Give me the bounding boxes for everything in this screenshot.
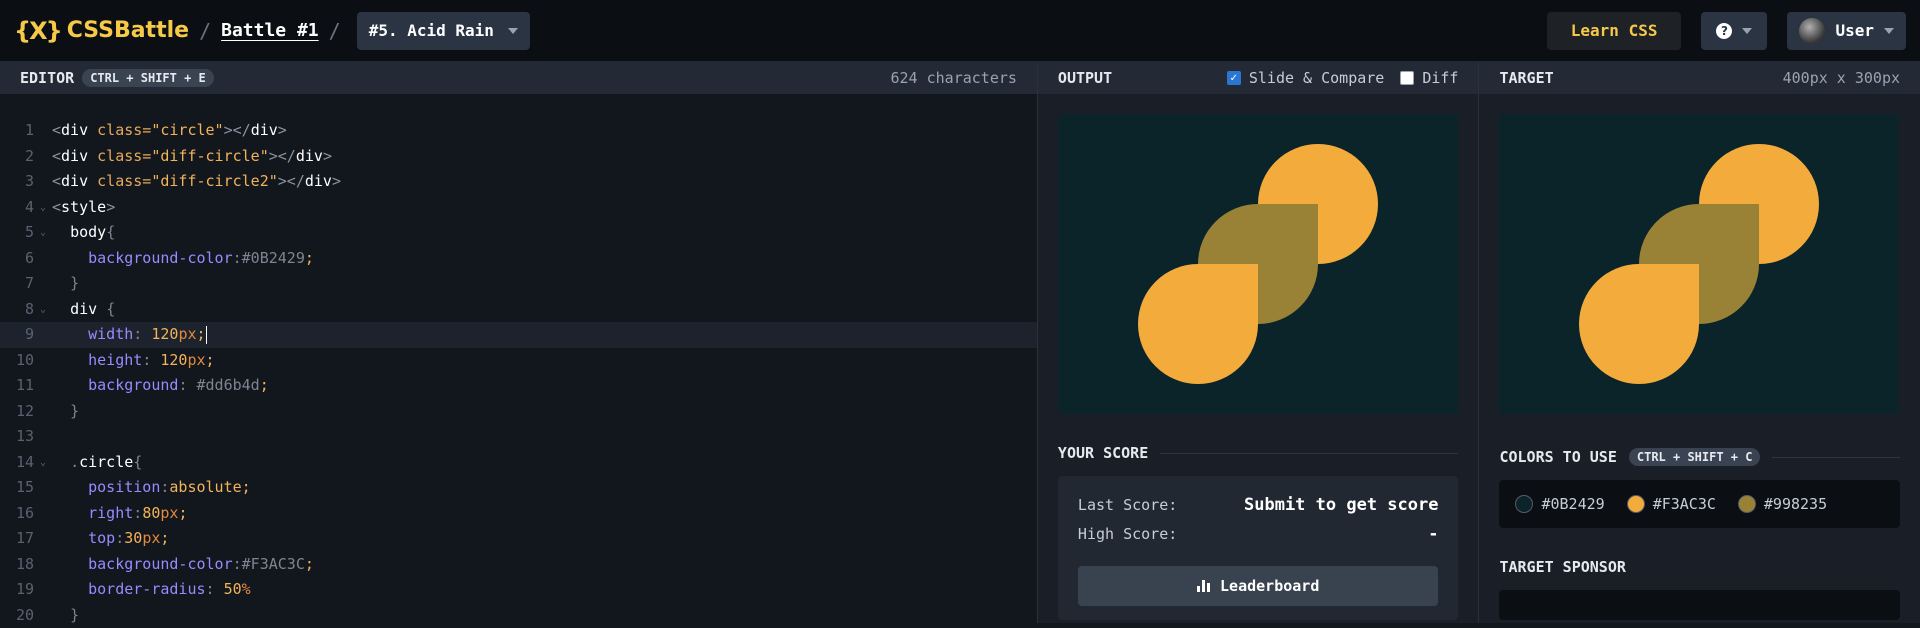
diff-label: Diff — [1422, 69, 1458, 87]
editor-shortcut: CTRL + SHIFT + E — [82, 69, 214, 87]
code-editor[interactable]: 1<div class="circle"></div> 2<div class=… — [0, 94, 1037, 628]
user-menu-button[interactable]: User — [1787, 12, 1906, 50]
breadcrumb-separator-2: / — [329, 19, 341, 43]
code-line[interactable]: 4⌄<style> — [0, 195, 1037, 221]
target-canvas — [1499, 114, 1899, 414]
sponsor-section-title: TARGET SPONSOR — [1479, 558, 1920, 576]
diff-toggle[interactable]: Diff — [1400, 69, 1458, 87]
text-cursor — [206, 326, 207, 344]
leaderboard-button[interactable]: Leaderboard — [1078, 566, 1439, 606]
logo[interactable]: {X} CSSBattle — [14, 17, 189, 45]
code-line[interactable]: 19 border-radius: 50% — [0, 577, 1037, 603]
output-canvas[interactable] — [1058, 114, 1458, 414]
code-line[interactable]: 11 background: #dd6b4d; — [0, 373, 1037, 399]
last-score-label: Last Score: — [1078, 496, 1177, 514]
chevron-down-icon — [508, 28, 518, 34]
code-line-active[interactable]: 9 width: 120px; — [0, 322, 1037, 348]
score-box: Last Score: Submit to get score High Sco… — [1058, 476, 1459, 620]
checkbox-icon[interactable] — [1400, 71, 1414, 85]
breadcrumb-separator: / — [199, 19, 211, 43]
target-size: 400px x 300px — [1783, 69, 1900, 87]
color-swatch — [1515, 495, 1533, 513]
fold-icon[interactable]: ⌄ — [40, 297, 52, 323]
output-diff-circle2 — [1138, 264, 1258, 384]
code-line[interactable]: 2<div class="diff-circle"></div> — [0, 144, 1037, 170]
color-swatch — [1738, 495, 1756, 513]
code-line[interactable]: 1<div class="circle"></div> — [0, 118, 1037, 144]
color-chip[interactable]: #F3AC3C — [1627, 495, 1716, 513]
high-score-value: - — [1428, 524, 1438, 544]
help-button[interactable]: ? — [1701, 12, 1767, 50]
color-chip[interactable]: #0B2429 — [1515, 495, 1604, 513]
help-icon: ? — [1716, 23, 1732, 39]
code-line[interactable]: 15 position:absolute; — [0, 475, 1037, 501]
target-panel: TARGET 400px x 300px COLORS TO USE CTRL … — [1479, 62, 1920, 623]
logo-text: CSSBattle — [67, 18, 189, 43]
target-select[interactable]: #5. Acid Rain — [357, 12, 530, 50]
code-line[interactable]: 10 height: 120px; — [0, 348, 1037, 374]
colors-section-title: COLORS TO USE CTRL + SHIFT + C — [1479, 448, 1920, 466]
target-diff-circle2 — [1579, 264, 1699, 384]
sponsor-box — [1499, 590, 1900, 620]
chevron-down-icon — [1884, 28, 1894, 34]
code-line[interactable]: 18 background-color:#F3AC3C; — [0, 552, 1037, 578]
last-score-value: Submit to get score — [1244, 495, 1438, 515]
bar-chart-icon — [1197, 580, 1210, 592]
editor-header: EDITOR CTRL + SHIFT + E 624 characters — [0, 62, 1037, 94]
fold-icon[interactable]: ⌄ — [40, 195, 52, 221]
code-line[interactable]: 20 } — [0, 603, 1037, 628]
output-title: OUTPUT — [1058, 69, 1112, 87]
top-bar: {X} CSSBattle / Battle #1 / #5. Acid Rai… — [0, 0, 1920, 62]
color-swatch — [1627, 495, 1645, 513]
code-line[interactable]: 5⌄ body{ — [0, 220, 1037, 246]
output-header: OUTPUT ✓ Slide & Compare Diff — [1038, 62, 1479, 94]
target-header: TARGET 400px x 300px — [1479, 62, 1920, 94]
code-line[interactable]: 6 background-color:#0B2429; — [0, 246, 1037, 272]
editor-title: EDITOR — [20, 69, 74, 87]
fold-icon[interactable]: ⌄ — [40, 220, 52, 246]
logo-icon: {X} — [14, 17, 61, 45]
target-select-label: #5. Acid Rain — [369, 21, 494, 40]
high-score-label: High Score: — [1078, 525, 1177, 543]
checkbox-checked-icon[interactable]: ✓ — [1227, 71, 1241, 85]
code-line[interactable]: 3<div class="diff-circle2"></div> — [0, 169, 1037, 195]
code-line[interactable]: 17 top:30px; — [0, 526, 1037, 552]
code-line[interactable]: 13 — [0, 424, 1037, 450]
slide-compare-label: Slide & Compare — [1249, 69, 1384, 87]
colors-to-use: #0B2429 #F3AC3C #998235 — [1499, 480, 1900, 528]
code-line[interactable]: 7 } — [0, 271, 1037, 297]
user-name: User — [1835, 21, 1874, 40]
code-line[interactable]: 16 right:80px; — [0, 501, 1037, 527]
code-line[interactable]: 8⌄ div { — [0, 297, 1037, 323]
avatar — [1799, 18, 1825, 44]
code-line[interactable]: 12 } — [0, 399, 1037, 425]
fold-icon[interactable]: ⌄ — [40, 450, 52, 476]
target-title: TARGET — [1499, 69, 1553, 87]
score-section-title: YOUR SCORE — [1038, 444, 1479, 462]
editor-panel: EDITOR CTRL + SHIFT + E 624 characters 1… — [0, 62, 1038, 623]
slide-compare-toggle[interactable]: ✓ Slide & Compare — [1227, 69, 1384, 87]
code-line[interactable]: 14⌄ .circle{ — [0, 450, 1037, 476]
output-panel: OUTPUT ✓ Slide & Compare Diff YOUR SCORE — [1038, 62, 1480, 623]
chevron-down-icon — [1742, 28, 1752, 34]
battle-link[interactable]: Battle #1 — [221, 20, 319, 41]
character-count: 624 characters — [890, 69, 1016, 87]
learn-css-button[interactable]: Learn CSS — [1547, 12, 1682, 50]
color-chip[interactable]: #998235 — [1738, 495, 1827, 513]
colors-shortcut: CTRL + SHIFT + C — [1629, 448, 1761, 466]
